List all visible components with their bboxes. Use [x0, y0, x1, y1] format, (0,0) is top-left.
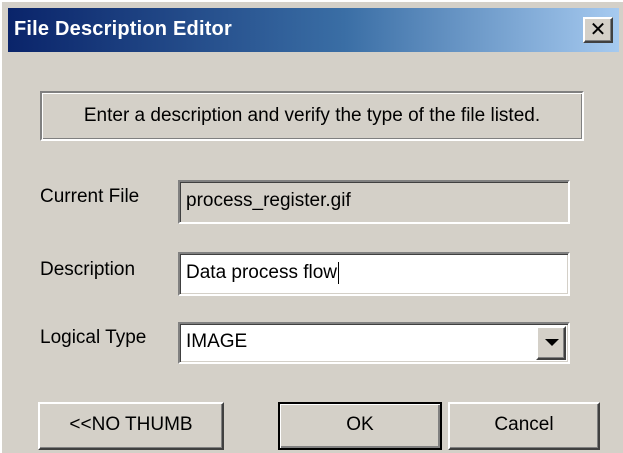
title-bar[interactable]: File Description Editor ✕ [8, 8, 619, 52]
logical-type-label: Logical Type [40, 327, 147, 348]
current-file-field: process_register.gif [178, 180, 570, 224]
current-file-value: process_register.gif [186, 190, 351, 211]
instruction-panel: Enter a description and verify the type … [40, 91, 584, 141]
text-cursor [338, 261, 340, 284]
file-description-editor-dialog: File Description Editor ✕ Enter a descri… [0, 0, 623, 453]
close-button[interactable]: ✕ [583, 17, 613, 43]
cancel-button-label: Cancel [494, 414, 554, 435]
logical-type-value: IMAGE [186, 331, 248, 352]
ok-button[interactable]: OK [278, 402, 442, 450]
cancel-button[interactable]: Cancel [448, 402, 600, 450]
instruction-text: Enter a description and verify the type … [83, 105, 541, 126]
description-value: Data process flow [186, 262, 338, 283]
description-label: Description [40, 259, 136, 280]
no-thumb-button-label: <<NO THUMB [69, 414, 193, 435]
window-title: File Description Editor [14, 18, 232, 40]
ok-button-label: OK [346, 414, 374, 435]
logical-type-dropdown-button[interactable] [536, 326, 566, 360]
current-file-label: Current File [40, 186, 140, 207]
logical-type-select[interactable]: IMAGE [178, 322, 570, 364]
close-icon: ✕ [589, 17, 607, 41]
chevron-down-icon [545, 339, 559, 346]
no-thumb-button[interactable]: <<NO THUMB [38, 402, 224, 450]
description-input[interactable]: Data process flow [178, 252, 570, 296]
